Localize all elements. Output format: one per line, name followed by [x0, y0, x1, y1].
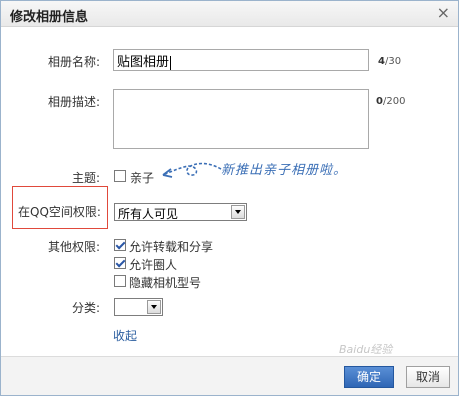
category-label: 分类: — [72, 301, 101, 315]
dialog-footer: 确定 取消 — [1, 356, 458, 395]
allow-tag-people-label: 允许圈人 — [129, 258, 178, 272]
annotation-text: 新推出亲子相册啦。 — [221, 163, 348, 178]
dialog-title: 修改相册信息 — [10, 10, 89, 25]
name-count-max: /30 — [384, 56, 402, 67]
album-name-label: 相册名称: — [48, 55, 101, 69]
text-caret — [170, 55, 172, 70]
hide-camera-model-label: 隐藏相机型号 — [129, 276, 202, 290]
desc-char-count: 0/200 — [376, 96, 405, 107]
annotation-arrow-icon — [162, 162, 222, 178]
qq-permission-label: 在QQ空间权限: — [18, 205, 101, 219]
watermark: Baidu经验 — [339, 343, 393, 356]
cancel-button[interactable]: 取消 — [406, 366, 450, 388]
other-permissions-label: 其他权限: — [48, 240, 101, 254]
album-name-input[interactable]: 贴图相册 — [113, 49, 369, 71]
collapse-link[interactable]: 收起 — [113, 327, 137, 344]
desc-count-max: /200 — [382, 96, 406, 107]
category-select[interactable] — [114, 298, 163, 316]
close-icon[interactable]: × — [437, 4, 450, 22]
album-desc-textarea[interactable] — [113, 89, 369, 149]
theme-label: 主题: — [72, 171, 101, 185]
qq-permission-value: 所有人可见 — [118, 207, 179, 221]
qq-permission-select[interactable]: 所有人可见 — [114, 203, 247, 221]
desc-count-current: 0 — [376, 96, 383, 107]
album-desc-label: 相册描述: — [48, 95, 101, 109]
allow-share-checkbox[interactable] — [114, 239, 126, 251]
chevron-down-icon — [231, 205, 245, 219]
chevron-down-icon — [147, 300, 161, 314]
allow-share-label: 允许转载和分享 — [129, 240, 214, 254]
allow-tag-people-checkbox[interactable] — [114, 257, 126, 269]
hide-camera-model-checkbox[interactable] — [114, 275, 126, 287]
theme-checkbox[interactable] — [114, 170, 126, 182]
name-count-current: 4 — [378, 56, 385, 67]
theme-option-label: 亲子 — [130, 171, 155, 185]
dialog-titlebar: 修改相册信息 × — [1, 1, 458, 27]
name-char-count: 4/30 — [378, 56, 401, 67]
confirm-button[interactable]: 确定 — [344, 366, 394, 388]
album-settings-dialog: 修改相册信息 × 相册名称: 贴图相册 4/30 相册描述: 0/200 主题:… — [0, 0, 459, 396]
album-name-value: 贴图相册 — [117, 55, 170, 70]
